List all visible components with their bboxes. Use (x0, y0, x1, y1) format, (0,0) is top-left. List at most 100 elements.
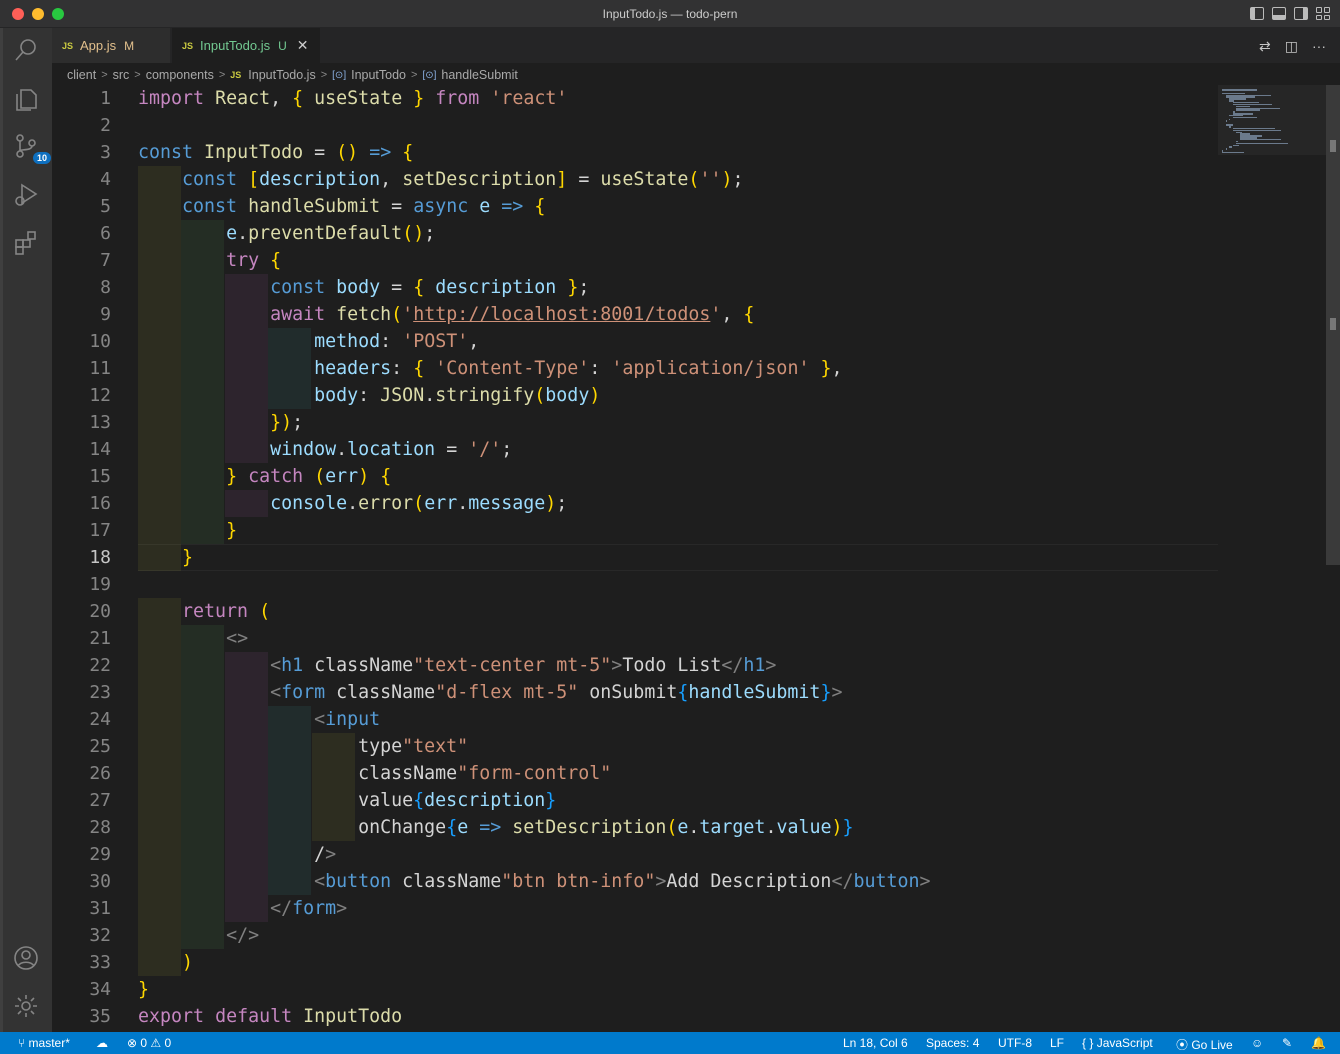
js-file-icon: JS (230, 70, 242, 80)
scrollbar-marker (1330, 318, 1336, 330)
branch-indicator[interactable]: ⑂ master* (18, 1036, 70, 1050)
line-number: 4 (100, 169, 111, 190)
line-number: 29 (89, 844, 111, 865)
breadcrumb-item[interactable]: client (67, 68, 96, 82)
toggle-secondary-sidebar-icon[interactable] (1294, 7, 1308, 20)
sync-icon[interactable]: ☁ (96, 1036, 108, 1050)
symbol-variable-icon: [⊙] (422, 69, 437, 81)
code-line[interactable]: <h1 className"text-center mt-5">Todo Lis… (138, 652, 776, 679)
code-line[interactable]: export default InputTodo (138, 1003, 402, 1030)
code-line[interactable]: headers: { 'Content-Type': 'application/… (138, 355, 842, 382)
activity-bar: 10 (0, 28, 52, 1032)
line-number: 17 (89, 520, 111, 541)
line-number: 6 (100, 223, 111, 244)
editor-tab-bar: JS App.js M JS InputTodo.js U ✕ ⇄ ◫ ··· (52, 28, 1340, 63)
code-line[interactable]: body: JSON.stringify(body) (138, 382, 600, 409)
code-editor[interactable]: 1 2 3 4 5 6 7 8 9 10 11 12 13 14 15 16 17 18 19 20 21 22 23 24 2… (52, 85, 1218, 1032)
run-debug-icon[interactable] (12, 180, 44, 212)
breadcrumb-item[interactable]: components (146, 68, 214, 82)
minimap-line (1229, 126, 1231, 128)
toggle-sidebar-icon[interactable] (1250, 7, 1264, 20)
symbol-variable-icon: [⊙] (332, 69, 347, 81)
tab-app-js[interactable]: JS App.js M (52, 28, 170, 63)
feedback-icon[interactable]: ✎ (1282, 1036, 1292, 1050)
code-line[interactable]: const handleSubmit = async e => { (138, 193, 545, 220)
split-editor-icon[interactable]: ◫ (1285, 38, 1298, 55)
code-line[interactable]: ) (138, 949, 193, 976)
line-number: 11 (89, 358, 111, 379)
breadcrumb-item[interactable]: handleSubmit (441, 68, 517, 82)
breadcrumb: client > src > components > JS InputTodo… (67, 66, 518, 84)
indentation[interactable]: Spaces: 4 (926, 1036, 979, 1050)
code-line[interactable]: method: 'POST', (138, 328, 479, 355)
code-line[interactable]: <> (138, 625, 248, 652)
line-number: 28 (89, 817, 111, 838)
code-line[interactable]: window.location = '/'; (138, 436, 512, 463)
code-line[interactable]: </> (138, 922, 259, 949)
go-live-button[interactable]: ⦿ Go Live (1176, 1036, 1233, 1053)
code-line[interactable]: await fetch('http://localhost:8001/todos… (138, 301, 754, 328)
chevron-right-icon: > (320, 69, 328, 81)
tab-inputtodo-js[interactable]: JS InputTodo.js U ✕ (172, 28, 320, 63)
source-control-badge: 10 (33, 152, 52, 164)
breadcrumb-item[interactable]: src (113, 68, 130, 82)
code-line[interactable]: import React, { useState } from 'react' (138, 85, 567, 112)
accounts-icon[interactable] (12, 944, 44, 976)
settings-gear-icon[interactable] (12, 992, 44, 1024)
minimap-line (1232, 144, 1240, 146)
line-number: 20 (89, 601, 111, 622)
close-tab-icon[interactable]: ✕ (297, 37, 309, 54)
encoding[interactable]: UTF-8 (998, 1036, 1032, 1050)
code-line[interactable]: }); (138, 409, 303, 436)
line-number: 19 (89, 574, 111, 595)
more-actions-icon[interactable]: ··· (1312, 38, 1326, 55)
code-line[interactable]: const InputTodo = () => { (138, 139, 413, 166)
problems-indicator[interactable]: ⊗ 0 ⚠ 0 (127, 1036, 171, 1050)
code-line[interactable]: } (138, 976, 149, 1003)
copilot-icon[interactable]: ☺ (1251, 1036, 1263, 1050)
breadcrumb-item[interactable]: InputTodo.js (248, 68, 315, 82)
tab-status: U (278, 38, 287, 53)
code-line[interactable]: /> (138, 841, 336, 868)
code-line[interactable]: } (138, 517, 237, 544)
code-line[interactable]: try { (138, 247, 281, 274)
line-number: 23 (89, 682, 111, 703)
code-line[interactable]: <button className"btn btn-info">Add Desc… (138, 868, 930, 895)
cursor-position[interactable]: Ln 18, Col 6 (843, 1036, 908, 1050)
line-number: 7 (100, 250, 111, 271)
current-line-highlight (138, 544, 1218, 571)
language-mode[interactable]: { } JavaScript (1082, 1036, 1153, 1050)
code-line[interactable]: } catch (err) { (138, 463, 391, 490)
code-line[interactable]: e.preventDefault(); (138, 220, 435, 247)
search-icon[interactable] (12, 36, 44, 68)
source-control-icon[interactable]: 10 (12, 132, 52, 164)
line-ending[interactable]: LF (1050, 1036, 1064, 1050)
code-line[interactable]: type"text" (138, 733, 468, 760)
code-line[interactable]: const body = { description }; (138, 274, 589, 301)
explorer-icon[interactable] (12, 84, 44, 116)
code-line[interactable]: console.error(err.message); (138, 490, 567, 517)
line-number: 26 (89, 763, 111, 784)
breadcrumb-item[interactable]: InputTodo (351, 68, 406, 82)
customize-layout-icon[interactable] (1316, 7, 1330, 20)
toggle-panel-icon[interactable] (1272, 7, 1286, 20)
code-line[interactable]: className"form-control" (138, 760, 611, 787)
code-line[interactable]: return ( (138, 598, 270, 625)
code-line[interactable]: } (138, 544, 193, 571)
code-line[interactable]: <form className"d-flex mt-5" onSubmit{ha… (138, 679, 842, 706)
code-line[interactable]: onChange{e => setDescription(e.target.va… (138, 814, 853, 841)
code-line[interactable]: value{description} (138, 787, 556, 814)
minimap-line (1240, 138, 1282, 141)
extensions-icon[interactable] (12, 228, 44, 260)
line-number: 18 (89, 547, 111, 568)
line-number: 24 (89, 709, 111, 730)
code-line[interactable]: const [description, setDescription] = us… (138, 166, 743, 193)
warning-icon: ⚠ (150, 1036, 165, 1050)
minimap[interactable] (1218, 85, 1326, 155)
open-changes-icon[interactable]: ⇄ (1259, 38, 1271, 55)
chevron-right-icon: > (218, 69, 226, 81)
code-line[interactable]: <input (138, 706, 380, 733)
notifications-bell-icon[interactable]: 🔔 (1311, 1036, 1326, 1050)
code-line[interactable]: </form> (138, 895, 347, 922)
scrollbar-marker (1330, 140, 1336, 152)
